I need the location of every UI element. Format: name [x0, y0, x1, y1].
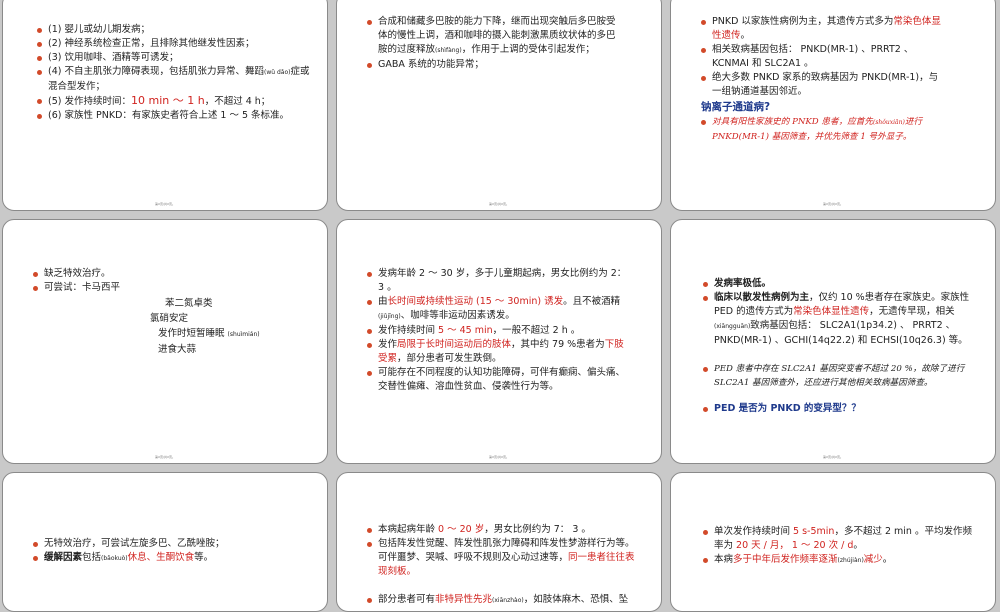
drug-line: 进食大蒜	[158, 344, 197, 355]
slide-footer: 第X页/共X页。	[154, 455, 176, 459]
pnfd-frequency-list: 单次发作持续时间 5 s-5min，多不超过 2 min 。平均发作频率为 20…	[703, 525, 973, 568]
list-item: 发作持续时间 5 ～ 45 min，一般不超过 2 h 。	[367, 324, 631, 338]
list-item: 缓解因素包括(bāokuò)休息、生酮饮食等。	[33, 551, 307, 566]
slide-2: 合成和储藏多巴胺的能力下降，继而出现突触后多巴胺受体的慢性上调，酒和咖啡的摄入能…	[336, 0, 662, 211]
slide-5: 发病年龄 2 ～ 30 岁，多于儿童期起病，男女比例约为 2： 3 。 由长时间…	[336, 219, 662, 464]
slide-4: 缺乏特效治疗。 可尝试：卡马西平 苯二氮卓类 氯硝安定 发作时短暂睡眠 (shu…	[2, 219, 328, 464]
list-item: 由长时间或持续性运动 (15 ～ 30min) 诱发。且不被酒精(jiǔjīng…	[367, 295, 631, 324]
pnfd-features-list: 本病起病年龄 0 ～ 20 岁，男女比例约为 7： 3 。 包括阵发性觉醒、阵发…	[367, 523, 639, 608]
drug-line: 发作时短暂睡眠 (shuìmián)	[158, 328, 260, 339]
list-item: 包括阵发性觉醒、阵发性肌张力障碍和阵发性梦游样行为等。可伴噩梦、哭喊、呼吸不规则…	[367, 537, 639, 579]
mechanism-list: 合成和储藏多巴胺的能力下降，继而出现突触后多巴胺受体的慢性上调，酒和咖啡的摄入能…	[367, 15, 621, 72]
list-item: (6) 家族性 PNKD：有家族史者符合上述 1 ～ 5 条标准。	[37, 109, 313, 123]
list-item: 发病年龄 2 ～ 30 岁，多于儿童期起病，男女比例约为 2： 3 。	[367, 267, 631, 295]
list-item: GABA 系统的功能异常；	[367, 58, 621, 72]
drug-line: 氯硝安定	[150, 313, 189, 324]
slide-footer: 第X页/共X页。	[822, 455, 844, 459]
slide-9: 单次发作持续时间 5 s-5min，多不超过 2 min 。平均发作频率为 20…	[670, 472, 996, 612]
list-item: 本病起病年龄 0 ～ 20 岁，男女比例约为 7： 3 。	[367, 523, 639, 537]
list-item: 绝大多数 PNKD 家系的致病基因为 PNKD(MR-1)，与一组钠通道基因邻近…	[701, 71, 945, 99]
slide-footer: 第X页/共X页。	[488, 455, 510, 459]
slide-footer: 第X页/共X页。	[822, 202, 844, 206]
treatment-list: 缺乏特效治疗。 可尝试：卡马西平	[33, 267, 307, 295]
list-item: 可能存在不同程度的认知功能障碍，可伴有癫痫、偏头痛、交替性偏瘫、溶血性贫血、侵袭…	[367, 366, 631, 394]
list-item: (3) 饮用咖啡、酒精等可诱发；	[37, 51, 313, 65]
list-item: 单次发作持续时间 5 s-5min，多不超过 2 min 。平均发作频率为 20…	[703, 525, 973, 553]
list-item: 缺乏特效治疗。	[33, 267, 307, 281]
list-item: 相关致病基因包括： PNKD(MR-1) 、PRRT2 、KCNMAI 和 SL…	[701, 43, 945, 71]
genetics-list: PNKD 以家族性病例为主，其遗传方式多为常染色体显性遗传。 相关致病基因包括：…	[701, 15, 945, 99]
list-item: (1) 婴儿或幼儿期发病；	[37, 23, 313, 37]
slide-6: 发病率极低。 临床以散发性病例为主，仅约 10 %患者存在家族史。家族性 PED…	[670, 219, 996, 464]
slide-7: 无特效治疗，可尝试左旋多巴、乙酰唑胺； 缓解因素包括(bāokuò)休息、生酮饮…	[2, 472, 328, 612]
sodium-channel-heading: 钠离子通道病?	[701, 101, 771, 113]
ped-genetics-list: 发病率极低。 临床以散发性病例为主，仅约 10 %患者存在家族史。家族性 PED…	[703, 277, 973, 416]
list-item: 发病率极低。	[703, 277, 973, 291]
slide-8: 本病起病年龄 0 ～ 20 岁，男女比例约为 7： 3 。 包括阵发性觉醒、阵发…	[336, 472, 662, 612]
list-item: 无特效治疗，可尝试左旋多巴、乙酰唑胺；	[33, 537, 307, 551]
list-item: PNKD 以家族性病例为主，其遗传方式多为常染色体显性遗传。	[701, 15, 945, 43]
ped-treatment-list: 无特效治疗，可尝试左旋多巴、乙酰唑胺； 缓解因素包括(bāokuò)休息、生酮饮…	[33, 537, 307, 566]
list-item: 对具有阳性家族史的 PNKD 患者，应首先(shǒuxiān)进行PNKD(MR…	[701, 115, 945, 144]
list-item: (5) 发作持续时间：10 min ～ 1 h，不超过 4 h；	[37, 94, 313, 109]
list-item: 可尝试：卡马西平	[33, 281, 307, 295]
list-item: 合成和储藏多巴胺的能力下降，继而出现突触后多巴胺受体的慢性上调，酒和咖啡的摄入能…	[367, 15, 621, 58]
slide-1: (1) 婴儿或幼儿期发病； (2) 神经系统检查正常，且排除其他继发性因素； (…	[2, 0, 328, 211]
slide-footer: 第X页/共X页。	[488, 202, 510, 206]
slide-footer: 第X页/共X页。	[154, 202, 176, 206]
list-item: (4) 不自主肌张力障碍表现，包括肌张力异常、舞蹈(wǔ dǎo)症或混合型发作…	[37, 65, 313, 94]
list-item: 临床以散发性病例为主，仅约 10 %患者存在家族史。家族性 PED 的遗传方式为…	[703, 291, 973, 348]
list-item: 发作局限于长时间运动后的肢体，其中约 79 %患者为下肢受累，部分患者可发生跌倒…	[367, 338, 631, 366]
list-item: PED 患者中存在 SLC2A1 基因突变者不超过 20 %，故除了进行 SLC…	[703, 362, 973, 390]
drug-line: 苯二氮卓类	[165, 298, 213, 309]
list-item: PED 是否为 PNKD 的变异型？？	[703, 402, 973, 416]
list-item: 本病多于中年后发作频率逐渐(zhújiàn)减少。	[703, 553, 973, 568]
diagnosis-criteria-list: (1) 婴儿或幼儿期发病； (2) 神经系统检查正常，且排除其他继发性因素； (…	[37, 23, 313, 123]
slide-3: PNKD 以家族性病例为主，其遗传方式多为常染色体显性遗传。 相关致病基因包括：…	[670, 0, 996, 211]
ped-features-list: 发病年龄 2 ～ 30 岁，多于儿童期起病，男女比例约为 2： 3 。 由长时间…	[367, 267, 631, 394]
list-item: 部分患者可有非特异性先兆(xiānzhào)，如肢体麻木、恐惧、坠	[367, 593, 639, 608]
list-item: (2) 神经系统检查正常，且排除其他继发性因素；	[37, 37, 313, 51]
